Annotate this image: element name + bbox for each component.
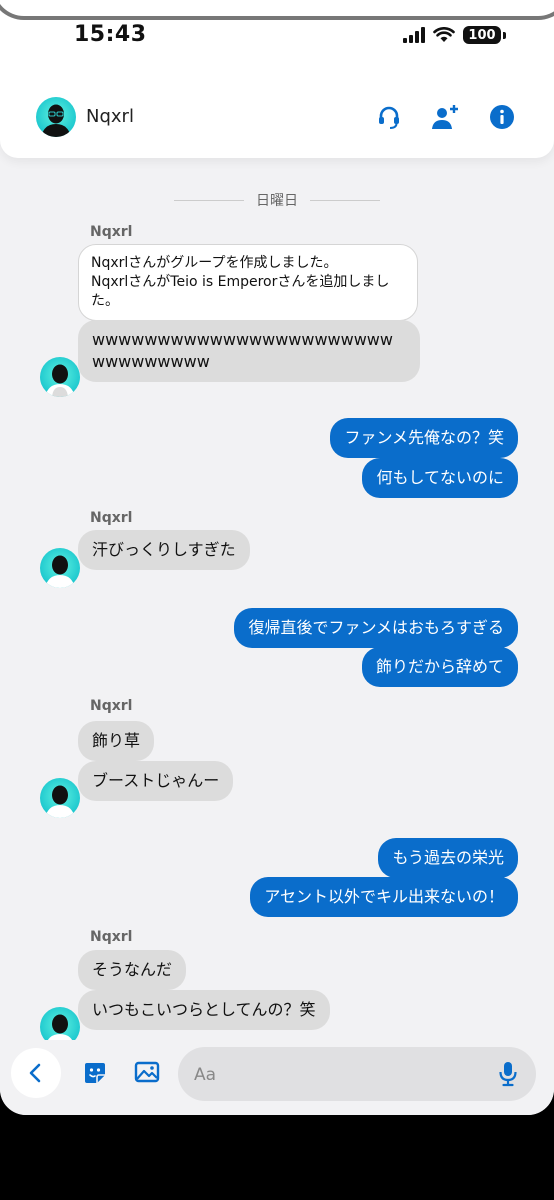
date-label: 日曜日 — [256, 193, 298, 209]
outgoing-message-bubble[interactable]: アセント以外でキル出来ないの！ — [250, 877, 518, 917]
sender-name: Nqxrl — [90, 698, 133, 714]
chat-screen: 15:43 100 Nqxrl 日曜日 Nqxrl Nqxrlさんがグループを作… — [0, 0, 554, 1115]
sender-avatar[interactable] — [40, 548, 80, 588]
sender-avatar[interactable] — [40, 778, 80, 818]
sender-name: Nqxrl — [90, 510, 133, 526]
status-icons: 100 — [403, 26, 506, 44]
wifi-icon — [433, 27, 455, 42]
incoming-message-bubble[interactable]: wwwwwwwwwwwwwwwwwwwwwwwwwwwwwwww — [78, 320, 420, 382]
incoming-message-bubble[interactable]: そうなんだ — [78, 950, 187, 990]
outgoing-message-bubble[interactable]: ファンメ先俺なの？笑 — [330, 418, 518, 458]
date-separator: 日曜日 — [0, 190, 554, 210]
back-chevron-icon — [29, 1063, 41, 1083]
info-icon[interactable] — [487, 102, 517, 132]
sender-avatar[interactable] — [40, 357, 80, 397]
battery-tip — [503, 31, 506, 39]
device-frame — [0, 0, 554, 20]
add-person-icon[interactable] — [430, 102, 460, 132]
outgoing-message-bubble[interactable]: 飾りだから辞めて — [361, 647, 518, 687]
headset-icon[interactable] — [374, 102, 404, 132]
status-time: 15:43 — [74, 22, 147, 47]
outgoing-message-bubble[interactable]: 何もしてないのに — [362, 458, 518, 498]
incoming-message-bubble[interactable]: 飾り草 — [78, 721, 155, 761]
back-button[interactable] — [11, 1048, 61, 1098]
microphone-icon[interactable] — [498, 1061, 518, 1087]
signal-icon — [403, 27, 425, 43]
contact-name[interactable]: Nqxrl — [86, 106, 134, 127]
message-input[interactable] — [192, 1061, 486, 1089]
sender-name: Nqxrl — [90, 224, 133, 240]
chat-header: 15:43 100 Nqxrl — [0, 0, 554, 158]
message-composer — [0, 1040, 554, 1115]
battery-indicator: 100 — [463, 26, 501, 44]
system-message-bubble[interactable]: Nqxrlさんがグループを作成しました。 NqxrlさんがTeio is Emp… — [78, 244, 418, 321]
outgoing-message-bubble[interactable]: もう過去の栄光 — [378, 838, 518, 878]
image-icon[interactable] — [134, 1061, 160, 1085]
incoming-message-bubble[interactable]: 汗びっくりしすぎた — [78, 530, 250, 570]
contact-avatar[interactable] — [36, 97, 76, 137]
incoming-message-bubble[interactable]: いつもこいつらとしてんの？笑 — [78, 990, 330, 1030]
sender-name: Nqxrl — [90, 929, 133, 945]
incoming-message-bubble[interactable]: ブーストじゃんー — [78, 761, 234, 801]
outgoing-message-bubble[interactable]: 復帰直後でファンメはおもろすぎる — [234, 608, 518, 648]
message-input-container — [178, 1047, 536, 1101]
sticker-icon[interactable] — [82, 1060, 108, 1086]
